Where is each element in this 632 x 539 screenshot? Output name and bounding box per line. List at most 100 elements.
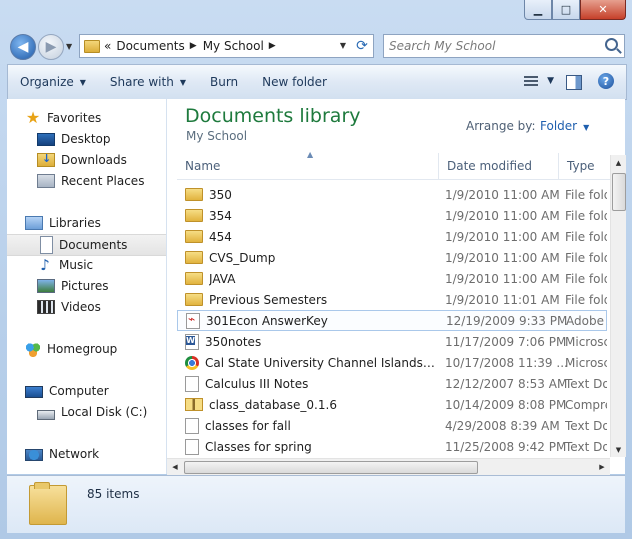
folder-icon (29, 482, 67, 525)
file-row[interactable]: Classes for spring 11/25/2008 9:42 PM Text… (177, 436, 607, 457)
file-list-pane: Documents library My School Arrange by: … (167, 99, 625, 474)
share-with-menu[interactable]: Share with ▼ (98, 65, 198, 99)
sidebar-item-label: Local Disk (C:) (61, 405, 148, 419)
sidebar-item-network[interactable]: Network (25, 444, 166, 464)
horizontal-scroll-thumb[interactable] (184, 461, 478, 474)
address-overflow-button[interactable]: « (104, 39, 111, 53)
search-box[interactable] (383, 34, 625, 58)
sidebar-item-music[interactable]: ♪ Music (37, 255, 166, 275)
chevron-down-icon: ▼ (179, 77, 186, 87)
file-row[interactable]: 350notes 11/17/2009 7:06 PMMicrosc (177, 331, 607, 352)
file-name: class_database_0.1.6 (209, 397, 337, 412)
vertical-scrollbar[interactable]: ▲ ▼ (610, 155, 626, 457)
sidebar-item-libraries[interactable]: Libraries (25, 213, 166, 233)
file-row[interactable]: JAVA 1/9/2010 11:00 AM File fold (177, 268, 607, 289)
file-date-modified: 1/9/2010 11:00 AM (445, 271, 560, 286)
folder-icon (84, 39, 100, 53)
breadcrumb-separator-icon[interactable]: ▶ (269, 41, 276, 51)
scroll-up-button[interactable]: ▲ (611, 155, 626, 170)
scroll-right-button[interactable]: ▶ (594, 459, 610, 475)
file-name: 301Econ AnswerKey (206, 313, 328, 328)
breadcrumb-separator-icon[interactable]: ▶ (190, 41, 197, 51)
minimize-button[interactable]: ▁ (524, 0, 552, 20)
close-button[interactable]: ✕ (580, 0, 626, 20)
file-date-modified: 11/25/2008 9:42 PM (445, 439, 567, 454)
arrange-by-dropdown[interactable]: Folder ▼ (540, 119, 589, 133)
sidebar-item-computer[interactable]: Computer (25, 381, 166, 401)
file-row[interactable]: classes for fall 4/29/2008 8:39 AM Text Do (177, 415, 607, 436)
file-date-modified: 4/29/2008 8:39 AM (445, 418, 560, 433)
sidebar-item-downloads[interactable]: Downloads (37, 150, 166, 170)
file-type: File fold (565, 208, 607, 223)
file-type: Compre (565, 397, 607, 412)
preview-pane-icon[interactable] (566, 75, 582, 90)
change-view-icon[interactable] (524, 76, 538, 88)
file-name: Cal State University Channel Islands Tra… (205, 355, 435, 370)
forward-button[interactable]: ▶ (38, 34, 64, 60)
file-row[interactable]: Calculus III Notes 12/12/2007 8:53 AM Text… (177, 373, 607, 394)
sidebar-item-homegroup[interactable]: Homegroup (25, 339, 166, 359)
chrome-document-icon (185, 355, 199, 370)
file-date-modified: 12/12/2007 8:53 AM (445, 376, 568, 391)
address-bar[interactable]: « Documents ▶ My School ▶ ▼ (79, 34, 352, 58)
explorer-window: ▁ □ ✕ ◀ ▶ ▼ « Documents ▶ My School ▶ ▼ … (0, 0, 632, 539)
documents-icon (40, 236, 53, 254)
file-row[interactable]: 350 1/9/2010 11:00 AM File fold (177, 184, 607, 205)
file-name: 350notes (205, 334, 262, 349)
homegroup-icon (25, 341, 41, 357)
column-header-name[interactable]: Name ▲ (177, 150, 439, 179)
pdf-icon (186, 312, 200, 329)
help-icon[interactable]: ? (598, 73, 614, 89)
scroll-left-button[interactable]: ◀ (167, 459, 183, 475)
downloads-icon (37, 152, 55, 167)
file-date-modified: 1/9/2010 11:00 AM (445, 187, 560, 202)
window-controls: ▁ □ ✕ (524, 0, 626, 20)
maximize-button[interactable]: □ (552, 0, 580, 20)
views-dropdown-icon[interactable]: ▼ (547, 76, 554, 86)
search-icon[interactable] (605, 38, 618, 51)
sidebar-item-local-disk[interactable]: Local Disk (C:) (37, 402, 166, 422)
column-header: Name ▲ Date modified Type (177, 150, 617, 180)
column-label: Name (185, 159, 221, 173)
file-row[interactable]: Previous Semesters 1/9/2010 11:01 AM File … (177, 289, 607, 310)
file-name: CVS_Dump (209, 250, 276, 265)
vertical-scroll-thumb[interactable] (612, 173, 626, 211)
file-type: Adobe A (566, 313, 608, 328)
new-folder-button[interactable]: New folder (250, 65, 339, 99)
back-button[interactable]: ◀ (10, 34, 36, 60)
address-dropdown-button[interactable]: ▼ (340, 41, 346, 50)
file-row[interactable]: 301Econ AnswerKey 12/19/2009 9:33 PMAdobe… (177, 310, 608, 331)
sidebar-item-recent-places[interactable]: Recent Places (37, 171, 166, 191)
file-row[interactable]: class_database_0.1.6 10/14/2009 8:08 PM Co… (177, 394, 607, 415)
file-name: Classes for spring (205, 439, 312, 454)
file-date-modified: 1/9/2010 11:00 AM (445, 229, 560, 244)
sidebar-item-pictures[interactable]: Pictures (37, 276, 166, 296)
folder-icon (185, 230, 203, 243)
breadcrumb-documents[interactable]: Documents (116, 39, 184, 53)
sidebar-item-favorites[interactable]: ★ Favorites (25, 108, 166, 128)
library-subtitle: My School (186, 129, 248, 143)
breadcrumb-my-school[interactable]: My School (203, 39, 264, 53)
file-row[interactable]: 454 1/9/2010 11:00 AM File fold (177, 226, 607, 247)
column-header-date-modified[interactable]: Date modified (439, 153, 559, 179)
sidebar-item-label: Desktop (61, 132, 111, 146)
recent-pages-dropdown[interactable]: ▼ (66, 42, 72, 51)
horizontal-scrollbar[interactable]: ◀ ▶ (167, 458, 610, 475)
arrange-by-label: Arrange by: (466, 119, 536, 133)
refresh-button[interactable]: ⟳ (351, 34, 374, 58)
burn-button[interactable]: Burn (198, 65, 250, 99)
desktop-icon (37, 133, 55, 146)
sidebar-item-documents[interactable]: Documents (7, 234, 166, 256)
column-header-type[interactable]: Type (559, 153, 617, 179)
file-row[interactable]: 354 1/9/2010 11:00 AM File fold (177, 205, 607, 226)
organize-menu[interactable]: Organize ▼ (8, 65, 98, 99)
file-date-modified: 10/17/2008 11:39 ... (445, 355, 568, 370)
sidebar-item-videos[interactable]: Videos (37, 297, 166, 317)
search-input[interactable] (384, 38, 596, 54)
scroll-down-button[interactable]: ▼ (611, 442, 626, 457)
file-type: File fold (565, 292, 607, 307)
music-icon: ♪ (40, 256, 50, 274)
file-row[interactable]: Cal State University Channel Islands Tra… (177, 352, 607, 373)
sidebar-item-desktop[interactable]: Desktop (37, 129, 166, 149)
file-row[interactable]: CVS_Dump 1/9/2010 11:00 AM File fold (177, 247, 607, 268)
